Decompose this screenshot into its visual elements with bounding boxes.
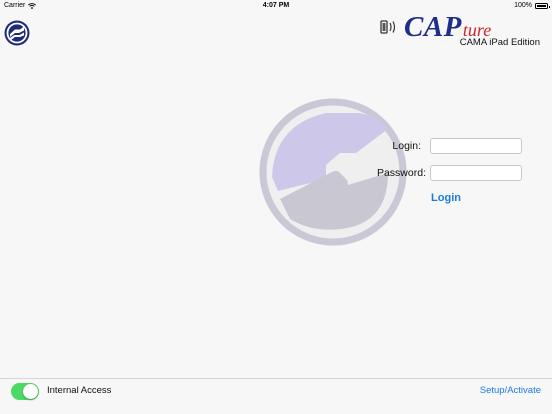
login-screen: Carrier 4:07 PM 100% CAP ture CAMA iPad … (0, 0, 552, 414)
internal-access-toggle[interactable] (11, 383, 39, 400)
status-right: 100% (514, 0, 550, 12)
login-label: Login: (392, 140, 421, 152)
app-logo-icon[interactable] (4, 20, 30, 46)
brand-wordmark-cap: CAP (404, 11, 462, 43)
password-label: Password: (376, 167, 426, 179)
login-input[interactable] (430, 138, 522, 154)
setup-activate-link[interactable]: Setup/Activate (480, 385, 541, 396)
brand-header: CAP ture CAMA iPad Edition (376, 11, 546, 53)
battery-percent: 100% (514, 2, 532, 9)
toggle-knob (23, 384, 38, 399)
rfid-device-icon (380, 20, 396, 34)
bottom-bar: Internal Access Setup/Activate (0, 378, 552, 414)
internal-access-label: Internal Access (47, 385, 112, 396)
battery-icon (535, 3, 550, 9)
password-input[interactable] (430, 165, 522, 181)
login-button[interactable]: Login (430, 192, 462, 204)
brand-subtitle: CAMA iPad Edition (459, 37, 540, 48)
